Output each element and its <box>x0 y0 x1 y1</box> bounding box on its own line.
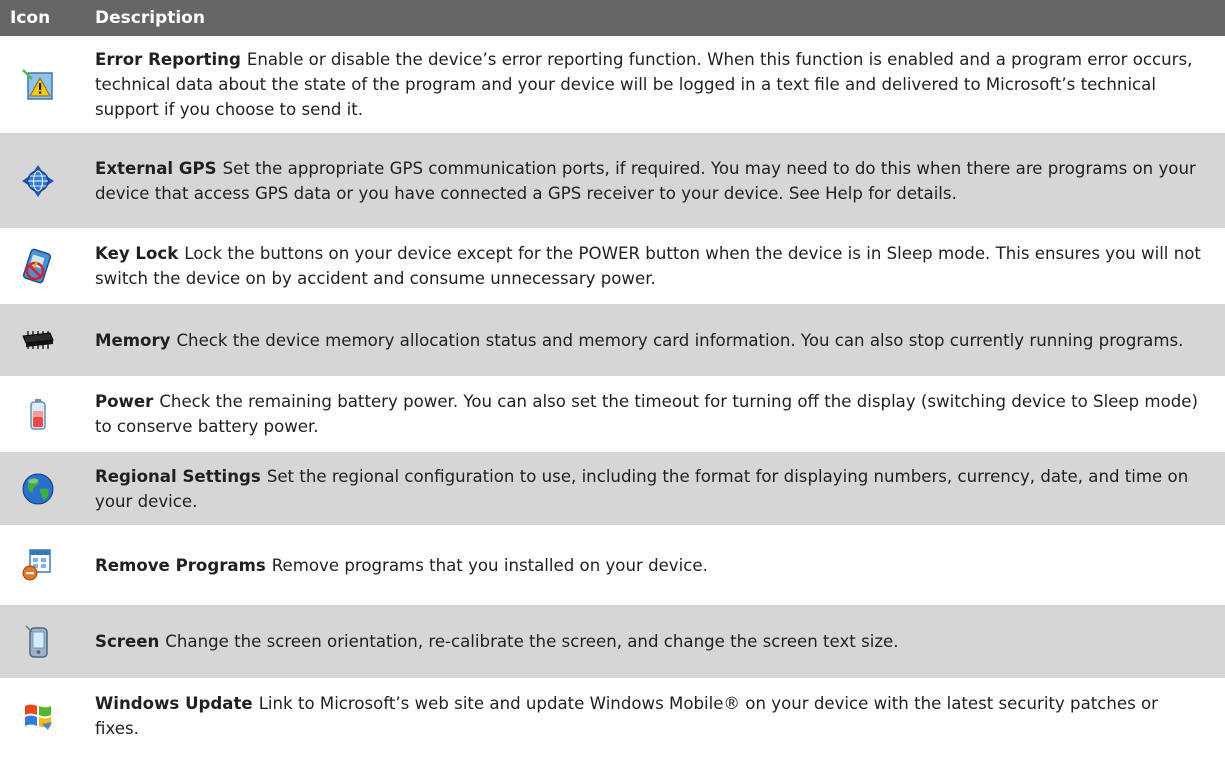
row-title: Regional Settings <box>95 466 261 486</box>
row-description: Enable or disable the device’s error rep… <box>95 50 1193 119</box>
row-title: Error Reporting <box>95 50 241 69</box>
settings-table: Icon Description Error Reporting Enable o… <box>0 0 1225 753</box>
header-description-column: Description <box>95 8 205 28</box>
row-description: Check the device memory allocation statu… <box>176 330 1184 350</box>
row-description: Set the appropriate GPS communication po… <box>95 158 1196 203</box>
table-row: Remove Programs Remove programs that you … <box>0 527 1225 605</box>
remove-programs-icon <box>22 549 51 581</box>
external-gps-icon <box>22 164 54 197</box>
row-description: Remove programs that you installed on yo… <box>271 555 708 575</box>
table-row: Regional Settings Set the regional config… <box>0 452 1225 527</box>
table-row: External GPS Set the appropriate GPS comm… <box>0 133 1225 230</box>
table-row: Power Check the remaining battery power. … <box>0 378 1225 452</box>
row-description: Lock the buttons on your device except f… <box>95 244 1201 288</box>
row-title: Memory <box>95 330 171 350</box>
globe-icon <box>22 473 54 504</box>
table-row: Key Lock Lock the buttons on your device … <box>0 230 1225 304</box>
table-row: Memory Check the device memory allocation… <box>0 304 1225 378</box>
battery-icon <box>30 399 46 430</box>
row-title: Power <box>95 392 154 411</box>
key-lock-icon <box>22 248 52 284</box>
table-row: Error Reporting Enable or disable the dev… <box>0 38 1225 133</box>
row-description: Link to Microsoft’s web site and update … <box>95 693 1158 738</box>
table-header: Icon Description <box>0 0 1225 38</box>
screen-icon <box>25 624 48 658</box>
row-title: Windows Update <box>95 693 253 713</box>
row-title: Remove Programs <box>95 555 266 575</box>
table-row: Screen Change the screen orientation, re-… <box>0 605 1225 680</box>
memory-chip-icon <box>22 331 54 349</box>
windows-update-icon <box>25 704 52 730</box>
error-reporting-icon <box>22 68 53 100</box>
table-row: Windows Update Link to Microsoft’s web si… <box>0 680 1225 753</box>
row-title: Screen <box>95 632 160 651</box>
header-icon-column: Icon <box>10 8 51 28</box>
row-title: External GPS <box>95 158 217 178</box>
row-description: Change the screen orientation, re-calibr… <box>165 632 899 651</box>
row-description: Check the remaining battery power. You c… <box>95 392 1198 436</box>
row-title: Key Lock <box>95 244 179 263</box>
